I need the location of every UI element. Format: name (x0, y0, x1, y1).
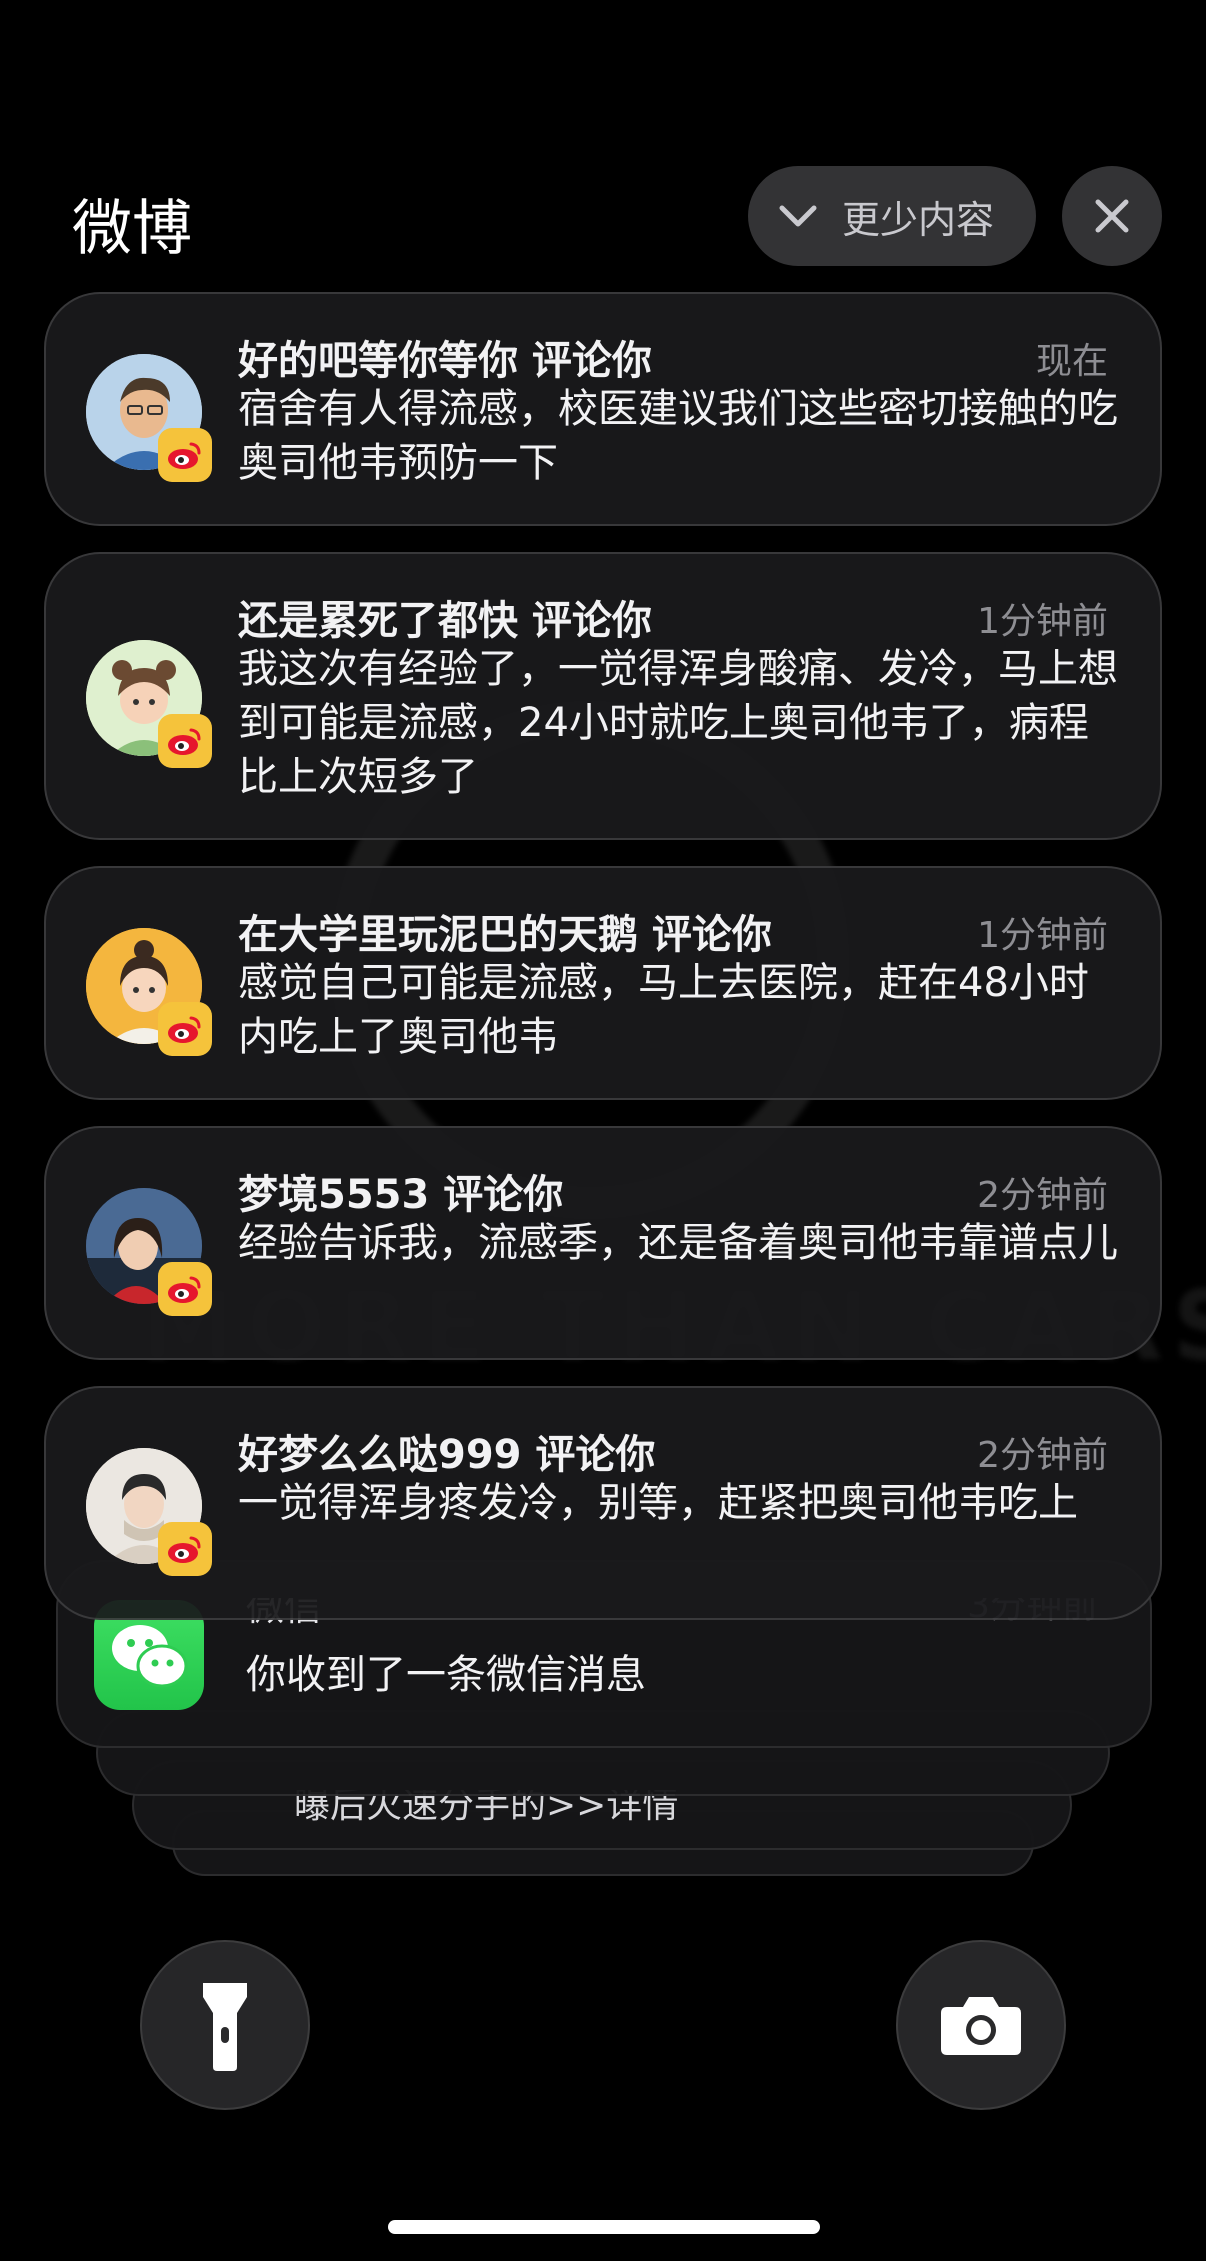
weibo-icon (158, 428, 212, 482)
notification-card[interactable]: 梦境5553 评论你 2分钟前 经验告诉我，流感季，还是备着奥司他韦靠谱点儿 (44, 1126, 1162, 1360)
show-less-button[interactable]: 更少内容 (748, 166, 1036, 266)
weibo-icon (158, 1002, 212, 1056)
weibo-icon (158, 1262, 212, 1316)
notification-title: 梦境5553 评论你 (238, 1172, 564, 1218)
flashlight-icon (203, 1983, 247, 2071)
notification-time: 现在 (1035, 341, 1108, 382)
notification-body: 经验告诉我，流感季，还是备着奥司他韦靠谱点儿 (238, 1220, 1118, 1266)
notification-body: 感觉自己可能是流感，马上去医院，赶在48小时内吃上了奥司他韦 (238, 960, 1089, 1060)
notification-card[interactable]: 在大学里玩泥巴的天鹅 评论你 1分钟前 感觉自己可能是流感，马上去医院，赶在48… (44, 866, 1162, 1100)
chevron-down-icon (779, 205, 817, 227)
notification-time: 1分钟前 (977, 915, 1108, 956)
notification-time: 2分钟前 (977, 1175, 1108, 1216)
close-icon (1095, 199, 1129, 233)
notification-body: 宿舍有人得流感，校医建议我们这些密切接触的吃奥司他韦预防一下 (238, 386, 1118, 486)
notification-group-title: 微博 (72, 194, 192, 264)
notification-title: 在大学里玩泥巴的天鹅 评论你 (238, 912, 772, 958)
flashlight-button[interactable] (140, 1940, 310, 2110)
camera-icon (941, 1997, 1021, 2055)
notification-card[interactable]: 好的吧等你等你 评论你 现在 宿舍有人得流感，校医建议我们这些密切接触的吃奥司他… (44, 292, 1162, 526)
weibo-icon (158, 1522, 212, 1576)
notification-time: 1分钟前 (977, 601, 1108, 642)
wechat-body: 你收到了一条微信消息 (246, 1652, 646, 1698)
notification-body: 我这次有经验了，一觉得浑身酸痛、发冷，马上想到可能是流感，24小时就吃上奥司他韦… (238, 646, 1118, 800)
show-less-label: 更少内容 (842, 197, 995, 242)
notification-title: 好的吧等你等你 评论你 (238, 338, 652, 384)
close-button[interactable] (1062, 166, 1162, 266)
notification-card[interactable]: 好梦么么哒999 评论你 2分钟前 一觉得浑身疼发冷，别等，赶紧把奥司他韦吃上 (44, 1386, 1162, 1620)
notification-title: 好梦么么哒999 评论你 (238, 1432, 656, 1478)
notification-time: 2分钟前 (977, 1435, 1108, 1476)
notification-title: 还是累死了都快 评论你 (238, 598, 652, 644)
camera-button[interactable] (896, 1940, 1066, 2110)
notification-card[interactable]: 还是累死了都快 评论你 1分钟前 我这次有经验了，一觉得浑身酸痛、发冷，马上想到… (44, 552, 1162, 840)
notification-body: 一觉得浑身疼发冷，别等，赶紧把奥司他韦吃上 (238, 1480, 1078, 1526)
weibo-icon (158, 714, 212, 768)
home-indicator[interactable] (388, 2220, 820, 2234)
